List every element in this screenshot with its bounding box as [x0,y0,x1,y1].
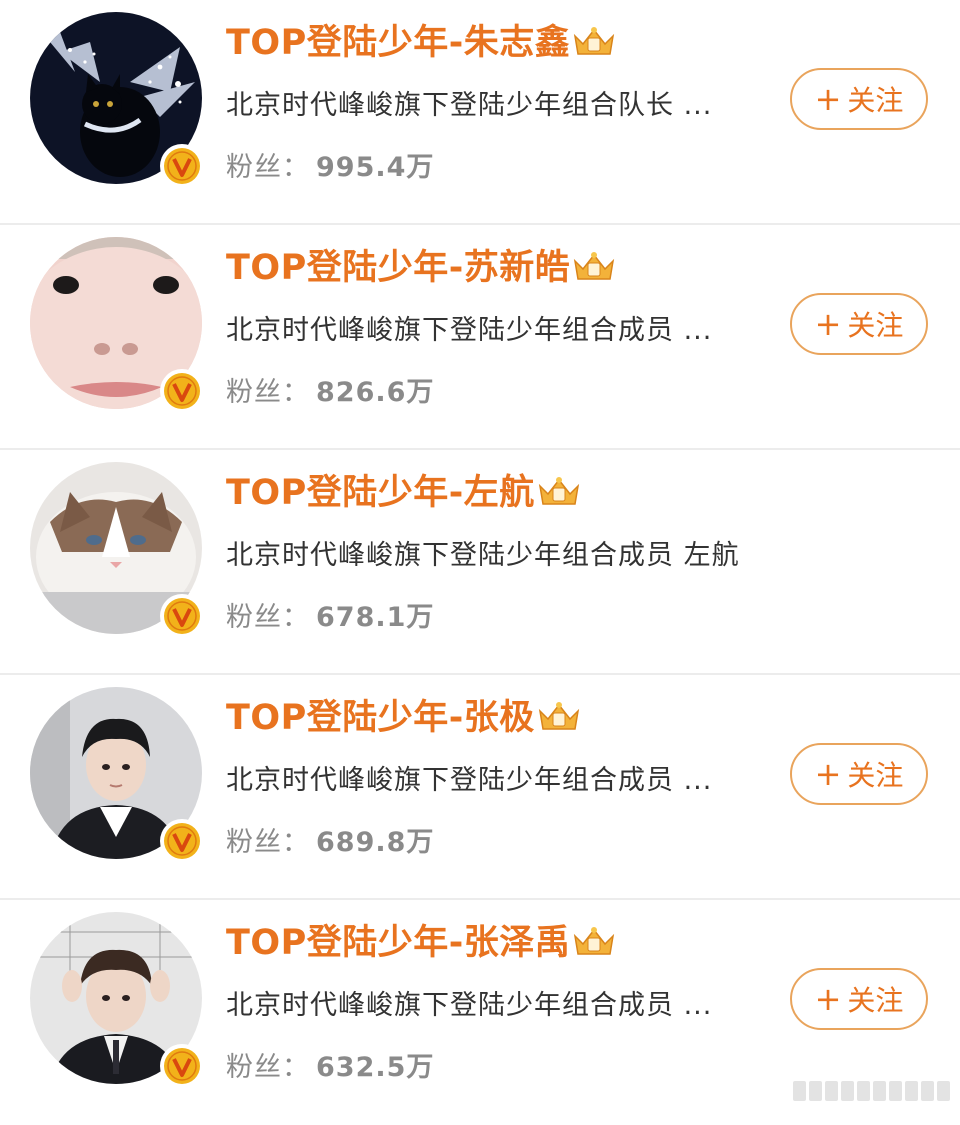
vip-crown-icon [574,252,615,280]
user-description: 北京时代峰峻旗下登陆少年组合成员 ... [226,315,713,346]
plus-icon: + [814,80,842,118]
user-list: TOP登陆少年-朱志鑫 北京时代峰峻旗下登陆少年组合队长 ... 粉丝： 995.… [0,0,960,1125]
fans-number: 689.8万 [316,827,435,858]
user-name[interactable]: TOP登陆少年-苏新皓 [226,243,616,293]
fans-label: 粉丝： [226,377,310,408]
verified-v-icon [160,369,204,413]
fans-number: 826.6万 [316,377,435,408]
follow-label: 关注 [847,984,904,1017]
fans-count: 粉丝： 678.1万 [226,598,434,638]
fans-number: 995.4万 [316,152,435,183]
follow-label: 关注 [847,84,904,117]
fans-label: 粉丝： [226,152,310,183]
follow-button[interactable]: + 关注 [790,743,928,805]
user-name-text[interactable]: TOP登陆少年-朱志鑫 [226,23,570,63]
fans-count: 粉丝： 995.4万 [226,148,434,188]
plus-icon: + [814,980,842,1018]
fans-label: 粉丝： [226,602,310,633]
watermark [793,1081,950,1101]
fans-label: 粉丝： [226,827,310,858]
verified-v-icon [160,594,204,638]
fans-count: 粉丝： 826.6万 [226,373,434,413]
user-name[interactable]: TOP登陆少年-左航 [226,468,581,518]
vip-crown-icon [574,927,615,955]
vip-crown-icon [538,477,579,505]
user-name-text[interactable]: TOP登陆少年-张泽禹 [226,923,570,963]
plus-icon: + [814,305,842,343]
follow-button[interactable]: + 关注 [790,293,928,355]
user-description: 北京时代峰峻旗下登陆少年组合队长 ... [226,90,713,121]
verified-v-icon [160,1044,204,1088]
user-name[interactable]: TOP登陆少年-张泽禹 [226,918,616,968]
user-row[interactable]: TOP登陆少年-苏新皓 北京时代峰峻旗下登陆少年组合成员 ... 粉丝： 826.… [0,225,960,450]
vip-crown-icon [538,702,579,730]
verified-v-icon [160,144,204,188]
follow-button[interactable]: + 关注 [790,968,928,1030]
follow-label: 关注 [847,759,904,792]
fans-count: 粉丝： 689.8万 [226,823,434,863]
fans-number: 678.1万 [316,602,435,633]
user-row[interactable]: TOP登陆少年-左航 北京时代峰峻旗下登陆少年组合成员 左航 粉丝： 678.1万 [0,450,960,675]
user-name[interactable]: TOP登陆少年-张极 [226,693,581,743]
plus-icon: + [814,755,842,793]
follow-label: 关注 [847,309,904,342]
user-name-text[interactable]: TOP登陆少年-左航 [226,473,535,513]
verified-v-icon [160,819,204,863]
user-name[interactable]: TOP登陆少年-朱志鑫 [226,18,616,68]
user-description: 北京时代峰峻旗下登陆少年组合成员 ... [226,765,713,796]
user-description: 北京时代峰峻旗下登陆少年组合成员 左航 [226,540,740,571]
fans-number: 632.5万 [316,1052,435,1083]
user-row[interactable]: TOP登陆少年-朱志鑫 北京时代峰峻旗下登陆少年组合队长 ... 粉丝： 995.… [0,0,960,225]
user-description: 北京时代峰峻旗下登陆少年组合成员 ... [226,990,713,1021]
user-row[interactable]: TOP登陆少年-张极 北京时代峰峻旗下登陆少年组合成员 ... 粉丝： 689.8… [0,675,960,900]
vip-crown-icon [574,27,615,55]
user-name-text[interactable]: TOP登陆少年-苏新皓 [226,248,570,288]
user-name-text[interactable]: TOP登陆少年-张极 [226,698,535,738]
fans-label: 粉丝： [226,1052,310,1083]
follow-button[interactable]: + 关注 [790,68,928,130]
fans-count: 粉丝： 632.5万 [226,1048,434,1088]
